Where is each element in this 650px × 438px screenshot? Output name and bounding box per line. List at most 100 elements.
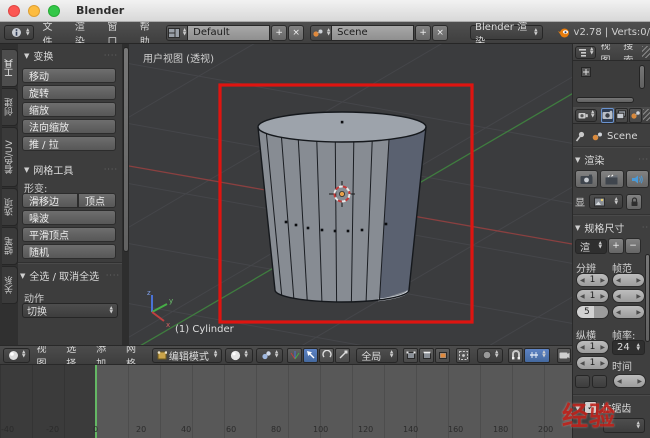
outliner-content[interactable]: [573, 61, 650, 107]
shrink-fatten-button[interactable]: 法向缩放: [22, 119, 116, 134]
smooth-vertex-button[interactable]: 平滑顶点: [22, 227, 116, 242]
arrow-right-icon[interactable]: ▶: [636, 293, 641, 300]
snap-toggle[interactable]: [508, 347, 524, 363]
scale-manipulator-toggle[interactable]: [335, 347, 351, 363]
menu-add[interactable]: 添加: [90, 346, 120, 364]
select-action-dropdown[interactable]: 切换 ▲ ▼: [22, 303, 118, 318]
arrow-right-icon[interactable]: ▶: [600, 344, 605, 351]
expand-plus-icon[interactable]: [581, 67, 591, 77]
tab-create[interactable]: 创建: [2, 88, 18, 126]
corner-grip-icon[interactable]: [642, 46, 650, 58]
add-scene-button[interactable]: +: [415, 24, 432, 41]
edge-select-mode-button[interactable]: [419, 347, 435, 363]
properties-scrollbar[interactable]: [645, 254, 650, 342]
face-select-mode-button[interactable]: [435, 347, 451, 363]
close-window-button[interactable]: [8, 4, 20, 17]
menu-file[interactable]: 文件: [34, 22, 66, 43]
transform-panel-header[interactable]: ▼ 变换 ····: [24, 48, 118, 63]
properties-editor-type-selector[interactable]: ▲ ▼: [575, 108, 598, 122]
tab-options[interactable]: 选项: [2, 188, 18, 226]
aspect-y-field[interactable]: ◀ 1 ▶: [576, 356, 609, 370]
outliner-hscrollbar[interactable]: [576, 97, 634, 103]
outliner-menu-search[interactable]: 搜索: [619, 44, 642, 60]
mode-selector[interactable]: 编辑模式 ▲ ▼: [151, 347, 223, 363]
snap-element-selector[interactable]: ▲ ▼: [524, 347, 551, 363]
fps-dropdown[interactable]: 24 ▲ ▼: [612, 340, 645, 355]
menu-mesh[interactable]: 网格: [120, 346, 150, 364]
menu-window[interactable]: 窗口: [99, 22, 131, 43]
arrow-right-icon[interactable]: ▶: [600, 360, 605, 367]
time-remap-field[interactable]: ◀ ▶: [613, 374, 646, 388]
resolution-percentage-slider[interactable]: 5: [576, 305, 609, 319]
vertex-slide-button[interactable]: 顶点: [78, 193, 116, 208]
noise-button[interactable]: 噪波: [22, 210, 116, 225]
corner-grip-icon[interactable]: [643, 109, 650, 121]
screen-layout-icon[interactable]: ▲ ▼: [166, 24, 189, 41]
screen-layout-name[interactable]: Default: [188, 24, 271, 41]
menu-render[interactable]: 渲染: [67, 22, 99, 43]
arrow-right-icon[interactable]: ▶: [600, 277, 605, 284]
tab-grease-pencil[interactable]: 蜡笔: [2, 227, 18, 265]
viewport-shading-selector[interactable]: ▲ ▼: [225, 347, 253, 363]
tab-render-properties[interactable]: [601, 107, 615, 123]
zoom-window-button[interactable]: [48, 4, 60, 17]
outliner-menu-view[interactable]: 视图: [596, 44, 619, 60]
vertex-select-mode-button[interactable]: [403, 347, 419, 363]
timeline-editor[interactable]: -40 -20 0 20 40 60 80 100 120 140 160 18…: [0, 365, 572, 438]
tab-scene-properties[interactable]: [629, 107, 643, 123]
render-engine-selector[interactable]: Blender 渲染 ▲ ▼: [470, 22, 543, 43]
proportional-edit-selector[interactable]: ▲ ▼: [476, 347, 504, 363]
translate-button[interactable]: 移动: [22, 68, 116, 83]
render-section-header[interactable]: ▼ 渲染 ···: [575, 152, 649, 167]
resolution-x-field[interactable]: ◀ 1 ▶: [576, 273, 609, 287]
lock-interface-button[interactable]: [626, 193, 642, 210]
display-mode-dropdown[interactable]: ▲ ▼: [589, 194, 623, 209]
outliner-editor-type-selector[interactable]: ▲ ▼: [575, 45, 597, 59]
frame-end-field[interactable]: ◀ ▶: [612, 289, 645, 303]
minimize-window-button[interactable]: [28, 4, 40, 17]
transform-orientation-selector[interactable]: 全局 ▲ ▼: [356, 347, 399, 363]
opengl-render-button[interactable]: [557, 347, 572, 363]
menu-help[interactable]: 帮助: [132, 22, 164, 43]
arrow-left-icon[interactable]: ◀: [580, 360, 585, 367]
dimensions-section-header[interactable]: ▼ 规格尺寸 ··: [575, 220, 649, 235]
frame-step-field[interactable]: ◀ ▶: [612, 305, 645, 319]
aspect-x-field[interactable]: ◀ 1 ▶: [576, 340, 609, 354]
editor-type-selector[interactable]: ▲ ▼: [4, 25, 35, 40]
arrow-left-icon[interactable]: ◀: [580, 277, 585, 284]
rotate-button[interactable]: 旋转: [22, 85, 116, 100]
scale-button[interactable]: 缩放: [22, 102, 116, 117]
pivot-point-selector[interactable]: ▲ ▼: [255, 347, 284, 363]
tab-shading-uv[interactable]: 着色/UV: [2, 127, 18, 187]
option-toggle-a[interactable]: [575, 374, 590, 388]
render-animation-button[interactable]: [600, 170, 624, 188]
translate-manipulator-toggle[interactable]: [303, 347, 319, 363]
arrow-left-icon[interactable]: ◀: [580, 293, 585, 300]
menu-select[interactable]: 选择: [60, 346, 90, 364]
outliner-vscrollbar[interactable]: [639, 65, 645, 89]
select-all-panel-header[interactable]: ▼ 全选 / 取消全选 ····: [20, 268, 120, 283]
arrow-right-icon[interactable]: ▶: [637, 378, 642, 385]
limit-selection-visible-toggle[interactable]: [456, 347, 470, 363]
add-layout-button[interactable]: +: [271, 24, 288, 41]
frame-start-field[interactable]: ◀ ▶: [612, 273, 645, 287]
push-pull-button[interactable]: 推 / 拉: [22, 136, 116, 151]
delete-scene-button[interactable]: ×: [432, 24, 449, 41]
arrow-left-icon[interactable]: ◀: [616, 293, 621, 300]
arrow-right-icon[interactable]: ▶: [600, 293, 605, 300]
rotate-manipulator-toggle[interactable]: [319, 347, 335, 363]
arrow-left-icon[interactable]: ◀: [616, 309, 621, 316]
tab-relations[interactable]: 关系: [2, 266, 18, 304]
render-presets-dropdown[interactable]: 渲 ▲ ▼: [575, 238, 607, 254]
pin-icon[interactable]: [575, 131, 585, 142]
viewport-3d[interactable]: z y x 用户视图 (透视) (1) Cylinder: [129, 44, 572, 345]
arrow-left-icon[interactable]: ◀: [616, 277, 621, 284]
viewport-editor-type-selector[interactable]: ▲ ▼: [3, 347, 31, 363]
remove-preset-button[interactable]: −: [625, 238, 641, 254]
delete-layout-button[interactable]: ×: [288, 24, 305, 41]
play-audio-button[interactable]: [625, 170, 649, 188]
arrow-right-icon[interactable]: ▶: [636, 277, 641, 284]
randomize-button[interactable]: 随机: [22, 244, 116, 259]
render-still-button[interactable]: [575, 170, 599, 188]
scene-name[interactable]: Scene: [332, 24, 415, 41]
